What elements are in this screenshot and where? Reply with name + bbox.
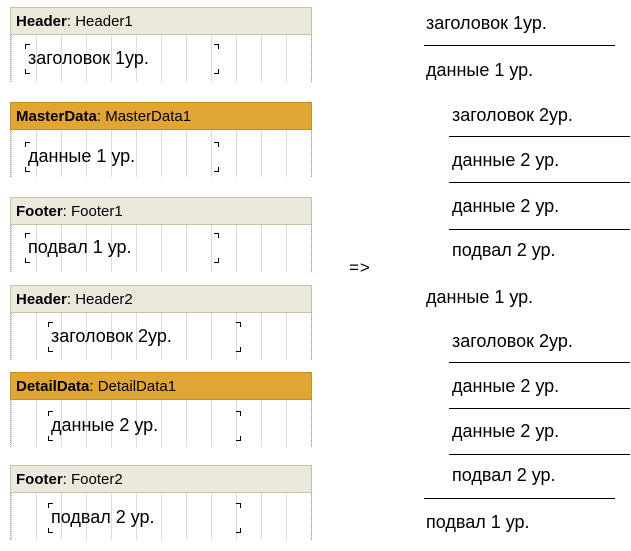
text-field-header1[interactable]: заголовок 1ур. (25, 44, 219, 74)
band-colon: : (62, 203, 72, 220)
band-name: DetailData1 (97, 378, 177, 395)
field-corner (236, 528, 241, 533)
report-designer: Header: Header1 заголовок 1ур. MasterDat… (10, 7, 312, 548)
text-field-header2[interactable]: заголовок 2ур. (48, 322, 241, 352)
field-text: подвал 2 ур. (51, 507, 155, 527)
band-body-footer1[interactable]: подвал 1 ур. (10, 225, 312, 272)
band-type: MasterData (16, 108, 97, 125)
band-colon: : (62, 471, 72, 488)
field-corner (25, 142, 30, 147)
band-title-masterdata1[interactable]: MasterData: MasterData1 (10, 102, 312, 130)
band-type: Footer (16, 471, 63, 488)
band-name: Footer1 (71, 203, 123, 220)
field-corner (236, 347, 241, 352)
band-colon: : (66, 291, 76, 308)
output-rule (449, 408, 630, 409)
band-body-masterdata1[interactable]: данные 1 ур. (10, 130, 312, 177)
output-rule (449, 362, 630, 363)
text-field-footer1[interactable]: подвал 1 ур. (25, 233, 219, 263)
output-line-footer-2: подвал 2 ур. (452, 465, 556, 485)
field-corner (25, 167, 30, 172)
output-line-group-header-2: заголовок 2ур. (452, 331, 573, 351)
band-name: MasterData1 (105, 108, 192, 125)
field-corner (236, 322, 241, 327)
output-line-master-data: данные 1 ур. (426, 287, 534, 307)
band-title-header1[interactable]: Header: Header1 (10, 7, 312, 35)
output-rule (449, 182, 630, 183)
band-name: Header1 (75, 13, 133, 30)
field-text: подвал 1 ур. (28, 237, 132, 257)
field-corner (48, 411, 53, 416)
output-rule (449, 136, 630, 137)
band-type: Header (16, 13, 67, 30)
output-line-group-header-1: заголовок 1ур. (426, 13, 547, 33)
field-corner (214, 44, 219, 49)
band-type: Header (16, 291, 67, 308)
field-corner (236, 411, 241, 416)
band-body-header2[interactable]: заголовок 2ур. (10, 313, 312, 360)
field-corner (48, 436, 53, 441)
field-corner (48, 528, 53, 533)
field-text: заголовок 1ур. (28, 48, 149, 68)
band-name: Footer2 (71, 471, 123, 488)
output-line-detail-data: данные 2 ур. (452, 376, 560, 396)
band-colon: : (96, 108, 106, 125)
band-body-header1[interactable]: заголовок 1ур. (10, 35, 312, 82)
field-text: заголовок 2ур. (51, 326, 172, 346)
field-corner (48, 347, 53, 352)
output-line-detail-data: данные 2 ур. (452, 196, 560, 216)
band-type: Footer (16, 203, 63, 220)
field-text: данные 2 ур. (51, 415, 159, 435)
band-title-footer2[interactable]: Footer: Footer2 (10, 465, 312, 493)
band-title-header2[interactable]: Header: Header2 (10, 285, 312, 313)
field-corner (25, 69, 30, 74)
field-corner (25, 258, 30, 263)
text-field-masterdata1[interactable]: данные 1 ур. (25, 142, 219, 172)
field-corner (214, 167, 219, 172)
band-body-footer2[interactable]: подвал 2 ур. (10, 493, 312, 540)
arrow-label: => (349, 258, 371, 277)
text-field-detaildata1[interactable]: данные 2 ур. (48, 411, 241, 441)
field-corner (214, 258, 219, 263)
band-colon: : (66, 13, 76, 30)
output-rule (449, 454, 630, 455)
band-type: DetailData (16, 378, 90, 395)
output-rule (424, 498, 615, 499)
field-corner (25, 233, 30, 238)
field-text: данные 1 ур. (28, 146, 136, 166)
output-line-group-header-2: заголовок 2ур. (452, 105, 573, 125)
output-line-footer-1: подвал 1 ур. (426, 512, 530, 532)
band-title-footer1[interactable]: Footer: Footer1 (10, 197, 312, 225)
band-body-detaildata1[interactable]: данные 2 ур. (10, 400, 312, 447)
output-rule (424, 45, 615, 46)
field-corner (236, 503, 241, 508)
output-line-master-data: данные 1 ур. (426, 60, 534, 80)
band-title-detaildata1[interactable]: DetailData: DetailData1 (10, 372, 312, 400)
output-rule (449, 229, 630, 230)
field-corner (214, 233, 219, 238)
field-corner (48, 503, 53, 508)
field-corner (214, 69, 219, 74)
output-line-detail-data: данные 2 ур. (452, 150, 560, 170)
band-colon: : (89, 378, 98, 395)
text-field-footer2[interactable]: подвал 2 ур. (48, 503, 241, 533)
field-corner (25, 44, 30, 49)
field-corner (236, 436, 241, 441)
field-corner (48, 322, 53, 327)
field-corner (214, 142, 219, 147)
output-line-detail-data: данные 2 ур. (452, 421, 560, 441)
output-line-footer-2: подвал 2 ур. (452, 240, 556, 260)
band-name: Header2 (75, 291, 133, 308)
